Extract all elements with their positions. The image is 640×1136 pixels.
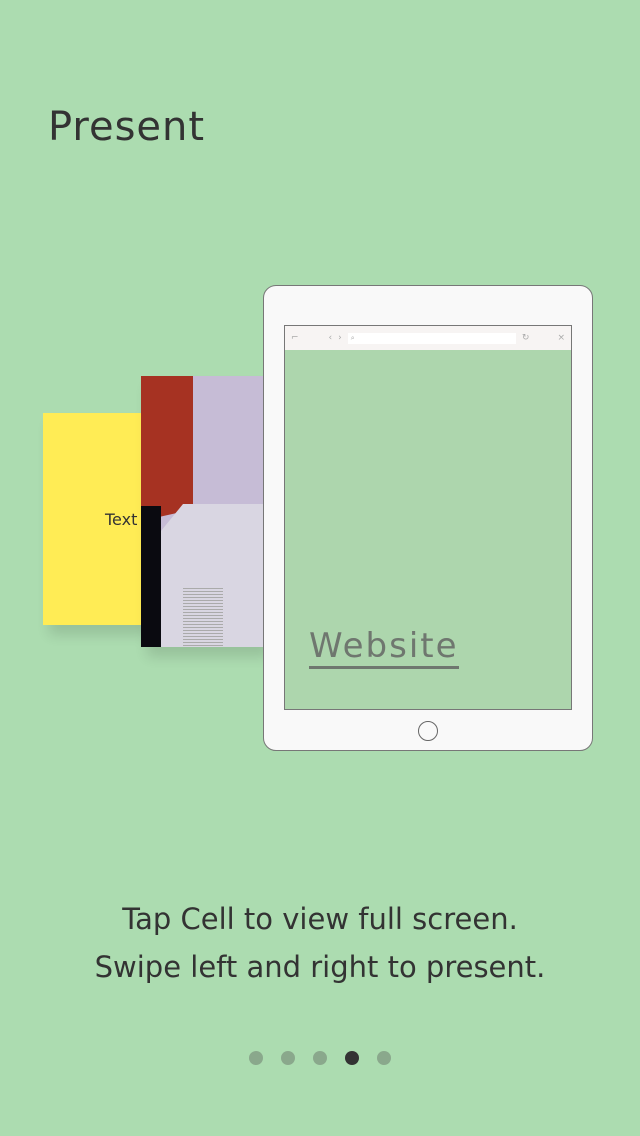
photo-card bbox=[141, 376, 263, 647]
home-button-icon bbox=[418, 721, 438, 741]
page-dot[interactable] bbox=[313, 1051, 327, 1065]
tablet-screen: ⌐ ‹ › ⌕ ↻ × Website bbox=[284, 325, 572, 710]
page-dot-active[interactable] bbox=[345, 1051, 359, 1065]
menu-icon: ⌐ bbox=[291, 333, 299, 343]
page-indicator[interactable] bbox=[249, 1051, 391, 1065]
page-title: Present bbox=[48, 104, 206, 150]
browser-bar: ⌐ ‹ › ⌕ ↻ × bbox=[285, 326, 571, 350]
page-dot[interactable] bbox=[377, 1051, 391, 1065]
url-bar: ⌕ bbox=[347, 332, 516, 344]
page-dot[interactable] bbox=[249, 1051, 263, 1065]
close-icon: × bbox=[557, 333, 565, 343]
caption-line-1: Tap Cell to view full screen. bbox=[122, 902, 518, 936]
reload-icon: ↻ bbox=[521, 333, 530, 343]
caption-line-2: Swipe left and right to present. bbox=[94, 950, 546, 984]
search-icon: ⌕ bbox=[350, 333, 355, 342]
tablet-illustration: ⌐ ‹ › ⌕ ↻ × Website bbox=[263, 285, 593, 751]
text-card-label: Text bbox=[105, 510, 138, 529]
back-icon: ‹ bbox=[328, 333, 333, 343]
forward-icon: › bbox=[338, 333, 342, 343]
website-label: Website bbox=[309, 626, 459, 669]
page-dot[interactable] bbox=[281, 1051, 295, 1065]
text-card: Text bbox=[43, 413, 143, 625]
